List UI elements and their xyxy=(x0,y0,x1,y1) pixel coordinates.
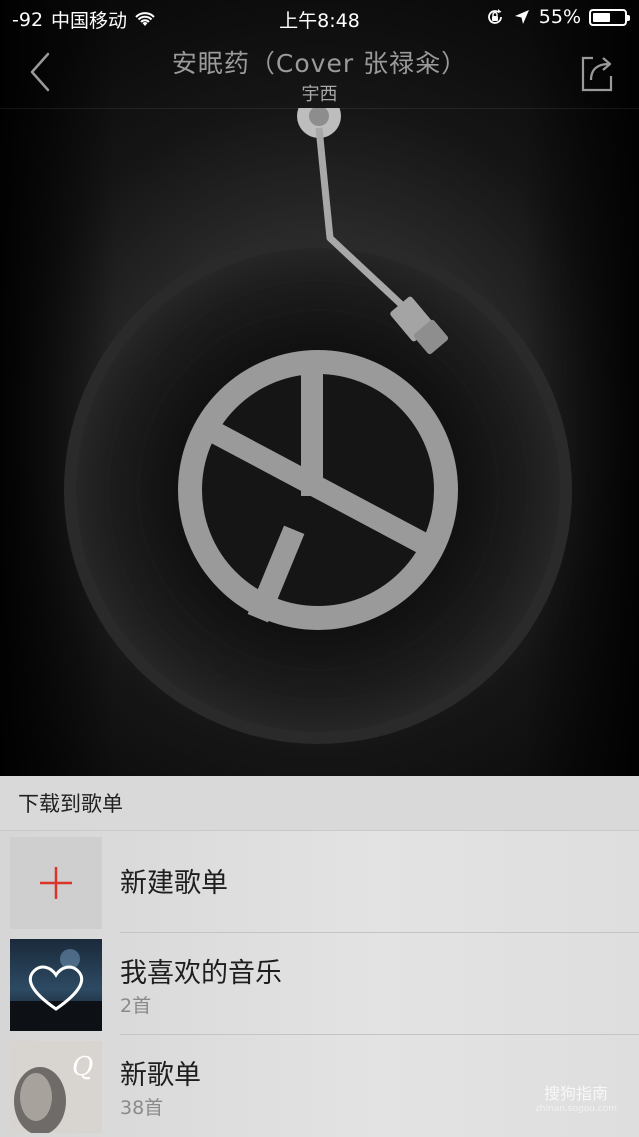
sheet-header: 下载到歌单 xyxy=(0,776,639,831)
list-item-new-playlist[interactable]: 新建歌单 xyxy=(0,831,639,933)
album-cover: Q xyxy=(10,1041,102,1133)
album-art-logo xyxy=(178,350,458,630)
list-item-liked-music[interactable]: 我喜欢的音乐 2首 xyxy=(0,933,639,1035)
battery-percent: 55% xyxy=(538,6,581,28)
list-item-count: 2首 xyxy=(120,995,152,1017)
share-button[interactable] xyxy=(577,50,617,94)
watermark-text: 搜狗指南 xyxy=(544,1084,609,1103)
liked-music-cover xyxy=(10,939,102,1031)
status-bar: -92 中国移动 上午8:48 55% xyxy=(0,0,639,36)
watermark-url: zhinan.sogou.com xyxy=(535,1104,617,1114)
battery-icon xyxy=(589,8,630,26)
location-arrow-icon xyxy=(514,10,529,24)
list-item-label: 新建歌单 xyxy=(120,868,228,899)
player-navbar: 安眠药（Cover 张禄籴） 宇西 xyxy=(0,36,639,109)
download-to-playlist-sheet: 下载到歌单 新建歌单 我喜欢的音乐 2首 Q 新歌单 38首 搜狗指南 zhin… xyxy=(0,776,639,1137)
list-item-count: 38首 xyxy=(120,1097,164,1119)
share-icon xyxy=(581,56,613,92)
watermark-logo: 搜狗指南 zhinan.sogou.com xyxy=(535,1080,617,1114)
song-artist: 宇西 xyxy=(301,84,338,105)
song-title: 安眠药（Cover 张禄籴） xyxy=(171,49,468,78)
turntable-graphic xyxy=(64,94,572,744)
list-item-label: 新歌单 xyxy=(120,1060,201,1091)
rotation-lock-icon xyxy=(487,9,502,24)
turntable-stage xyxy=(0,94,639,776)
status-right: 55% xyxy=(485,6,630,28)
svg-text:Q: Q xyxy=(72,1052,93,1082)
plus-icon xyxy=(10,837,102,929)
battery-fill xyxy=(593,12,610,22)
list-item-label: 我喜欢的音乐 xyxy=(120,958,282,989)
